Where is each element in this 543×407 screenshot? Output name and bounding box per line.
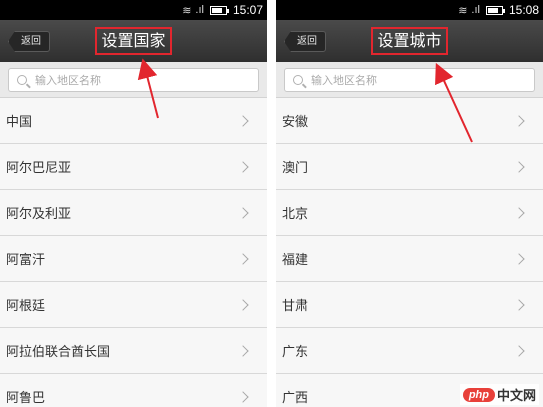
page-title: 设置城市 xyxy=(371,27,448,55)
search-bar xyxy=(0,62,267,98)
search-icon xyxy=(293,75,303,85)
list-item[interactable]: 阿尔及利亚 xyxy=(0,190,267,236)
battery-level xyxy=(211,7,223,13)
list-item[interactable]: 阿尔巴尼亚 xyxy=(0,144,267,190)
list-item[interactable]: 阿富汗 xyxy=(0,236,267,282)
title-bar: 返回 设置城市 xyxy=(276,20,543,62)
search-input[interactable] xyxy=(35,73,235,87)
list-item-label: 阿鲁巴 xyxy=(6,391,46,406)
status-time: 15:07 xyxy=(232,3,263,17)
list-item-label: 广西 xyxy=(282,391,309,406)
chevron-right-icon xyxy=(237,344,249,357)
chevron-right-icon xyxy=(513,298,525,311)
status-bar: ≋ .ıl 15:07 xyxy=(0,0,267,20)
list-item-label: 福建 xyxy=(282,253,309,268)
list-item-label: 阿尔及利亚 xyxy=(6,207,72,222)
chevron-right-icon xyxy=(513,344,525,357)
wifi-icon: ≋ xyxy=(182,4,192,17)
battery-icon xyxy=(485,5,505,15)
list-item-label: 阿尔巴尼亚 xyxy=(6,161,72,176)
city-screen: ≋ .ıl 15:08 返回 设置城市 安徽澳门北京福建甘肃广东广西 xyxy=(276,0,543,407)
signal-icon: .ıl xyxy=(195,4,204,16)
list-item-label: 安徽 xyxy=(282,115,309,130)
list-item[interactable]: 安徽 xyxy=(276,98,543,144)
chevron-right-icon xyxy=(237,206,249,219)
country-screen: ≋ .ıl 15:07 返回 设置国家 中国阿尔巴尼亚阿尔及利亚阿富汗阿根廷阿拉… xyxy=(0,0,267,407)
list-item[interactable]: 阿根廷 xyxy=(0,282,267,328)
search-input[interactable] xyxy=(311,73,511,87)
list-item-label: 澳门 xyxy=(282,161,309,176)
search-icon xyxy=(17,75,27,85)
wifi-icon: ≋ xyxy=(458,4,468,17)
status-bar: ≋ .ıl 15:08 xyxy=(276,0,543,20)
search-box[interactable] xyxy=(284,68,535,92)
list-item-label: 中国 xyxy=(6,115,33,130)
list-item-label: 阿拉伯联合酋长国 xyxy=(6,345,111,360)
battery-level xyxy=(487,7,499,13)
signal-icon: .ıl xyxy=(471,4,480,16)
list-item[interactable]: 阿拉伯联合酋长国 xyxy=(0,328,267,374)
chevron-right-icon xyxy=(237,390,249,403)
list-item[interactable]: 福建 xyxy=(276,236,543,282)
page-title: 设置国家 xyxy=(95,27,172,55)
watermark-text: 中文网 xyxy=(496,389,536,404)
chevron-right-icon xyxy=(513,114,525,127)
list-item-label: 阿根廷 xyxy=(6,299,46,314)
list-item[interactable]: 阿鲁巴 xyxy=(0,374,267,407)
city-list: 安徽澳门北京福建甘肃广东广西 xyxy=(276,98,543,407)
chevron-right-icon xyxy=(237,160,249,173)
chevron-right-icon xyxy=(513,160,525,173)
title-bar: 返回 设置国家 xyxy=(0,20,267,62)
back-button[interactable]: 返回 xyxy=(284,31,326,52)
status-time: 15:08 xyxy=(508,3,539,17)
list-item[interactable]: 中国 xyxy=(0,98,267,144)
list-item-label: 阿富汗 xyxy=(6,253,46,268)
list-item[interactable]: 北京 xyxy=(276,190,543,236)
list-item-label: 北京 xyxy=(282,207,309,222)
search-bar xyxy=(276,62,543,98)
chevron-right-icon xyxy=(513,252,525,265)
chevron-right-icon xyxy=(237,298,249,311)
chevron-right-icon xyxy=(237,114,249,127)
watermark: php 中文网 xyxy=(459,384,539,405)
battery-icon xyxy=(209,5,229,15)
chevron-right-icon xyxy=(513,206,525,219)
php-logo: php xyxy=(462,387,495,402)
list-item-label: 甘肃 xyxy=(282,299,309,314)
list-item[interactable]: 甘肃 xyxy=(276,282,543,328)
list-item[interactable]: 广东 xyxy=(276,328,543,374)
chevron-right-icon xyxy=(237,252,249,265)
list-item[interactable]: 澳门 xyxy=(276,144,543,190)
back-button[interactable]: 返回 xyxy=(8,31,50,52)
search-box[interactable] xyxy=(8,68,259,92)
list-item-label: 广东 xyxy=(282,345,309,360)
country-list: 中国阿尔巴尼亚阿尔及利亚阿富汗阿根廷阿拉伯联合酋长国 阿鲁巴 xyxy=(0,98,267,407)
